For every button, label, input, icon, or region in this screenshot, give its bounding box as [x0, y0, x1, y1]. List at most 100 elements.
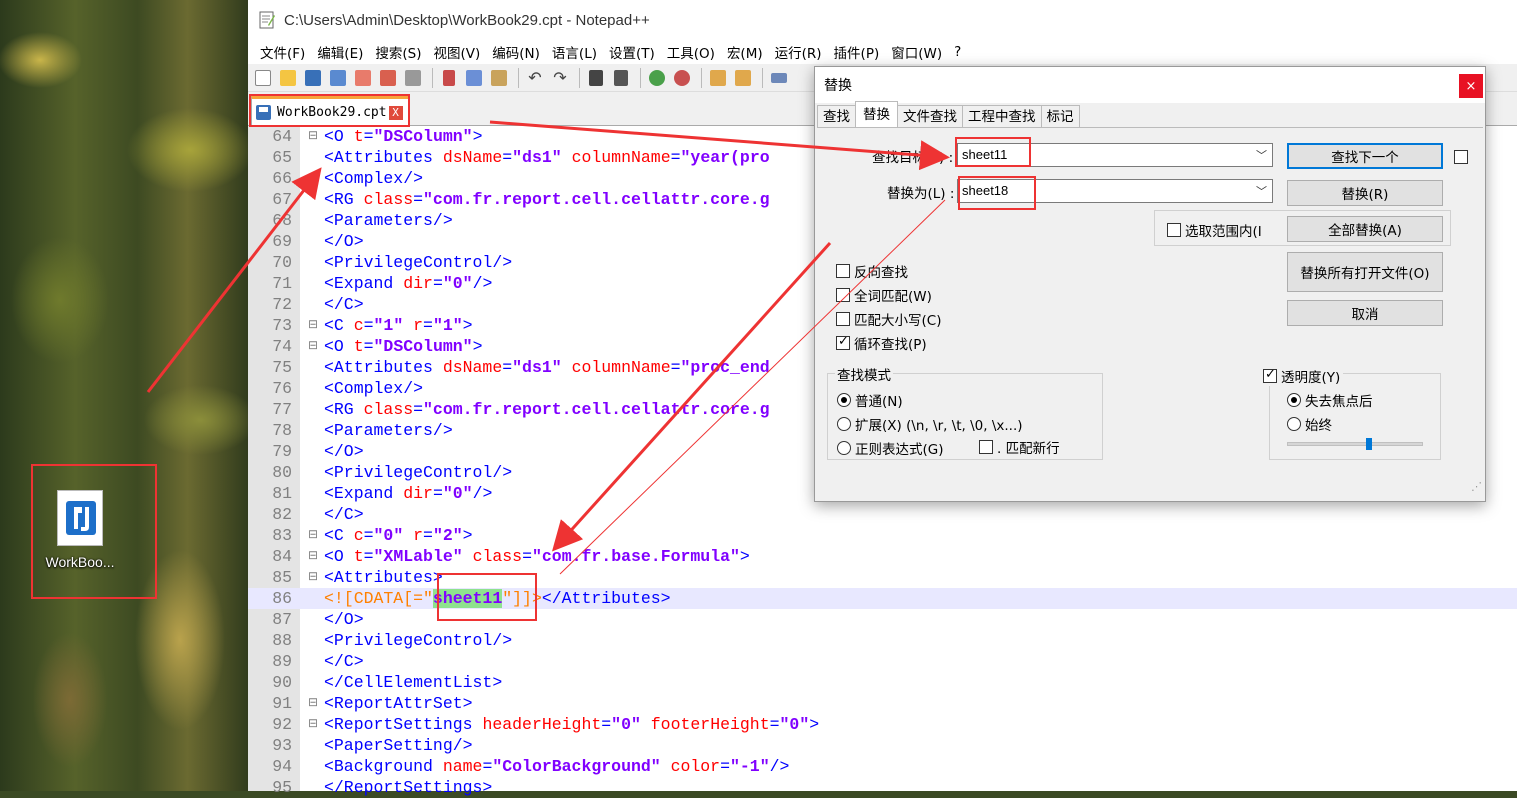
- resize-grip-icon[interactable]: ⋰: [1471, 480, 1482, 493]
- sync-horizontal-icon[interactable]: [732, 68, 754, 88]
- tab-mark[interactable]: 标记: [1040, 105, 1080, 127]
- code-line[interactable]: 94 <Background name="ColorBackground" col…: [248, 756, 1517, 777]
- menu-language[interactable]: 语言(L): [546, 42, 603, 62]
- tab-find[interactable]: 查找: [817, 105, 856, 127]
- menu-run[interactable]: 运行(R): [769, 42, 828, 62]
- transparency-slider-thumb[interactable]: [1365, 438, 1372, 450]
- new-file-icon[interactable]: [252, 68, 274, 88]
- transparency-slider[interactable]: [1287, 442, 1423, 446]
- code-line[interactable]: 87 </O>: [248, 609, 1517, 630]
- transparency-always-radio[interactable]: 始终: [1287, 414, 1332, 434]
- cut-icon[interactable]: [438, 68, 460, 88]
- replace-icon[interactable]: [610, 68, 632, 88]
- code-line[interactable]: 82 </C>: [248, 504, 1517, 525]
- fold-toggle-icon[interactable]: ⊟: [308, 714, 318, 735]
- find-icon[interactable]: [585, 68, 607, 88]
- menu-tools[interactable]: 工具(O): [661, 42, 721, 62]
- menu-file[interactable]: 文件(F): [254, 42, 311, 62]
- sync-vertical-icon[interactable]: [707, 68, 729, 88]
- fold-toggle-icon[interactable]: ⊟: [308, 693, 318, 714]
- code-token: class: [363, 400, 414, 419]
- menu-search[interactable]: 搜索(S): [369, 42, 427, 62]
- tab-find-in-project[interactable]: 工程中查找: [962, 105, 1042, 127]
- close-file-icon[interactable]: [352, 68, 374, 88]
- code-line[interactable]: 86 <![CDATA[="sheet11"]]></Attributes>: [248, 588, 1517, 609]
- code-token: dsName: [442, 358, 503, 377]
- code-line[interactable]: 88 <PrivilegeControl/>: [248, 630, 1517, 651]
- fold-line: [308, 777, 318, 798]
- option-match-case[interactable]: 匹配大小写(C): [836, 309, 941, 329]
- dot-matches-newline-checkbox[interactable]: . 匹配新行: [979, 437, 1060, 457]
- code-line[interactable]: 92 ⊟ <ReportSettings headerHeight="0" foot…: [248, 714, 1517, 735]
- mode-normal-radio[interactable]: 普通(N): [837, 390, 903, 410]
- code-line[interactable]: 90 </CellElementList>: [248, 672, 1517, 693]
- transparency-checkbox[interactable]: 透明度(Y): [1263, 366, 1344, 386]
- save-icon[interactable]: [302, 68, 324, 88]
- word-wrap-icon[interactable]: [768, 68, 790, 88]
- find-input-value: sheet11: [962, 147, 1008, 162]
- code-line[interactable]: 93 <PaperSetting/>: [248, 735, 1517, 756]
- zoom-in-icon[interactable]: [646, 68, 668, 88]
- transparency-lose-focus-radio[interactable]: 失去焦点后: [1287, 390, 1373, 410]
- code-text: </ReportSettings>: [324, 777, 492, 798]
- in-selection-checkbox[interactable]: 选取范围内(I: [1167, 220, 1262, 240]
- menu-settings[interactable]: 设置(T): [603, 42, 661, 62]
- code-line[interactable]: 89 </C>: [248, 651, 1517, 672]
- print-icon[interactable]: [402, 68, 424, 88]
- fold-toggle-icon[interactable]: ⊟: [308, 336, 318, 357]
- code-line[interactable]: 85 ⊟ <Attributes>: [248, 567, 1517, 588]
- fold-toggle-icon[interactable]: ⊟: [308, 525, 318, 546]
- replace-input[interactable]: sheet18 ﹀: [957, 179, 1273, 203]
- copy-icon[interactable]: [463, 68, 485, 88]
- code-token: >: [809, 715, 820, 734]
- desktop-file-icon[interactable]: WorkBoo...: [38, 490, 122, 570]
- find-next-extra-checkbox[interactable]: [1454, 150, 1472, 164]
- menu-view[interactable]: 视图(V): [428, 42, 487, 62]
- code-line[interactable]: 95 </ReportSettings>: [248, 777, 1517, 798]
- transparency-option-label: 始终: [1305, 418, 1332, 434]
- menu-window[interactable]: 窗口(W): [885, 42, 948, 62]
- chevron-down-icon[interactable]: ﹀: [1256, 147, 1267, 163]
- fold-toggle-icon[interactable]: ⊟: [308, 567, 318, 588]
- chevron-down-icon[interactable]: ﹀: [1256, 183, 1267, 199]
- find-input[interactable]: sheet11 ﹀: [957, 143, 1273, 167]
- code-line[interactable]: 83 ⊟ <C c="0" r="2">: [248, 525, 1517, 546]
- save-all-icon[interactable]: [327, 68, 349, 88]
- menu-plugins[interactable]: 插件(P): [828, 42, 886, 62]
- fold-toggle-icon[interactable]: ⊟: [308, 315, 318, 336]
- tab-replace[interactable]: 替换: [855, 101, 898, 127]
- code-line[interactable]: 84 ⊟ <O t="XMLable" class="com.fr.base.For…: [248, 546, 1517, 567]
- fold-toggle-icon[interactable]: ⊟: [308, 126, 318, 147]
- find-next-button[interactable]: 查找下一个: [1287, 143, 1443, 169]
- open-file-icon[interactable]: [277, 68, 299, 88]
- zoom-out-icon[interactable]: [671, 68, 693, 88]
- close-all-icon[interactable]: [377, 68, 399, 88]
- code-token: "ds1": [512, 358, 572, 377]
- dialog-close-button[interactable]: ×: [1459, 74, 1483, 98]
- code-token: <Parameters/>: [324, 211, 453, 230]
- menu-edit[interactable]: 编辑(E): [311, 42, 369, 62]
- replace-all-button[interactable]: 全部替换(A): [1287, 216, 1443, 242]
- redo-icon[interactable]: ↷: [549, 68, 571, 88]
- code-token: "0": [442, 274, 473, 293]
- close-tab-icon[interactable]: X: [388, 105, 403, 120]
- fold-toggle-icon[interactable]: ⊟: [308, 546, 318, 567]
- mode-extended-radio[interactable]: 扩展(X) (\n, \r, \t, \0, \x...): [837, 414, 1023, 434]
- menu-macro[interactable]: 宏(M): [721, 42, 769, 62]
- undo-icon[interactable]: ↶: [524, 68, 546, 88]
- option-wrap-around[interactable]: 循环查找(P): [836, 333, 927, 353]
- tab-label: WorkBook29.cpt: [277, 105, 387, 120]
- code-line[interactable]: 91 ⊟ <ReportAttrSet>: [248, 693, 1517, 714]
- option-whole-word[interactable]: 全词匹配(W): [836, 285, 932, 305]
- option-backward[interactable]: 反向查找: [836, 261, 908, 281]
- tab-find-in-files[interactable]: 文件查找: [897, 105, 963, 127]
- replace-button[interactable]: 替换(R): [1287, 180, 1443, 206]
- mode-regex-radio[interactable]: 正则表达式(G): [837, 438, 944, 458]
- tab-workbook29[interactable]: WorkBook29.cpt X: [251, 96, 409, 126]
- cancel-button[interactable]: 取消: [1287, 300, 1443, 326]
- paste-icon[interactable]: [488, 68, 510, 88]
- replace-all-open-files-button[interactable]: 替换所有打开文件(O): [1287, 252, 1443, 292]
- menu-help[interactable]: ?: [948, 44, 967, 60]
- desktop-background: WorkBoo...: [0, 0, 250, 791]
- menu-encoding[interactable]: 编码(N): [486, 42, 546, 62]
